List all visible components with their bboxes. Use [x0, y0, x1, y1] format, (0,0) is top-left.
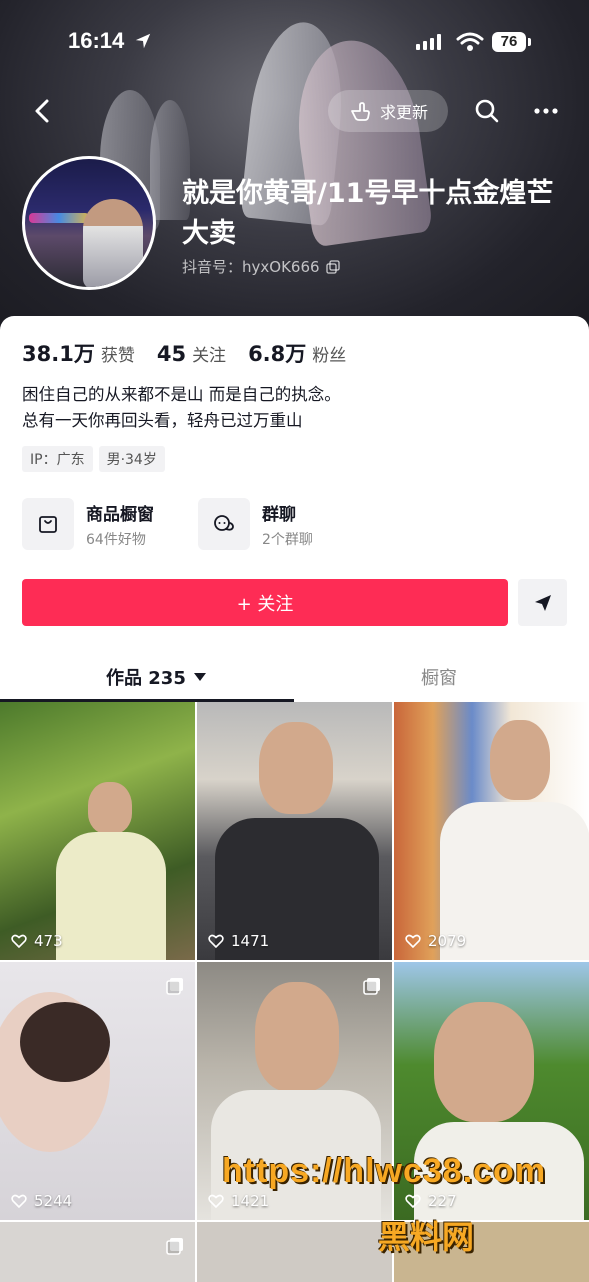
send-message-button[interactable] [518, 579, 567, 626]
paper-plane-icon [534, 594, 551, 611]
heart-icon [208, 1194, 224, 1209]
heart-icon [405, 934, 421, 949]
video-grid: 473 1471 2079 5244 1421 227 [0, 702, 589, 1282]
multi-image-icon [166, 978, 183, 995]
stat-following[interactable]: 45 关注 [157, 341, 226, 366]
follow-button[interactable]: + 关注 [22, 579, 508, 626]
tab-showcase[interactable]: 橱窗 [421, 664, 457, 690]
douyin-id[interactable]: 抖音号：hyxOK666 [182, 256, 340, 277]
video-thumbnail[interactable] [0, 1222, 195, 1282]
more-options-icon[interactable] [530, 92, 562, 130]
like-count: 5244 [10, 1192, 72, 1210]
douyin-id-text: 抖音号：hyxOK666 [182, 258, 320, 276]
tab-label: 作品 235 [106, 668, 186, 689]
request-update-label: 求更新 [379, 103, 428, 122]
chat-bubbles-icon [214, 515, 234, 531]
content-tabs: 作品 235 橱窗 [0, 652, 589, 702]
bio-line: 困住自己的从来都不是山 而是自己的执念。 [22, 385, 341, 404]
location-arrow-icon [135, 33, 151, 49]
profile-tags: IP：广东 男·34岁 [22, 446, 165, 472]
back-arrow-icon[interactable] [28, 96, 58, 126]
stat-label: 粉丝 [312, 346, 347, 366]
heart-icon [11, 934, 27, 949]
service-subtitle: 2个群聊 [262, 531, 313, 548]
service-title: 群聊 [262, 504, 296, 525]
copy-icon[interactable] [325, 259, 340, 274]
multi-image-icon [363, 978, 380, 995]
heart-icon [405, 1194, 421, 1209]
wifi-icon [456, 32, 484, 51]
request-update-button[interactable]: 求更新 [328, 90, 448, 132]
heart-icon [11, 1194, 27, 1209]
profile-card: 38.1万 获赞 45 关注 6.8万 粉丝 困住自己的从来都不是山 而是自己的… [0, 316, 589, 1282]
stat-likes[interactable]: 38.1万 获赞 [22, 338, 135, 368]
stat-label: 关注 [192, 346, 227, 366]
search-icon[interactable] [468, 92, 506, 130]
battery-indicator: 76 [492, 32, 531, 52]
stat-value: 45 [156, 342, 187, 366]
stat-followers[interactable]: 6.8万 粉丝 [248, 338, 346, 368]
video-thumbnail[interactable]: 473 [0, 702, 195, 960]
bio-line: 总有一天你再回头看，轻舟已过万重山 [22, 411, 303, 430]
group-chat-entry[interactable]: 群聊 2个群聊 [198, 498, 313, 550]
profile-stats: 38.1万 获赞 45 关注 6.8万 粉丝 [22, 338, 346, 368]
service-title: 商品橱窗 [86, 504, 154, 525]
multi-image-icon [166, 1238, 183, 1255]
avatar[interactable] [22, 156, 156, 290]
shopping-bag-icon [39, 516, 57, 533]
like-count: 473 [10, 932, 63, 950]
watermark-url: https://hlwc38.com [222, 1152, 547, 1190]
video-thumbnail[interactable]: 2079 [394, 702, 589, 960]
like-count: 1421 [207, 1192, 269, 1210]
status-bar: 16:14 76 [0, 28, 589, 60]
ip-location-tag: IP：广东 [22, 446, 93, 472]
caret-down-icon [193, 673, 206, 681]
watermark-name: 黑料网 [378, 1218, 475, 1256]
like-count: 227 [404, 1192, 457, 1210]
tab-works[interactable]: 作品 235 [106, 664, 206, 690]
video-thumbnail[interactable]: 1471 [197, 702, 392, 960]
profile-name: 就是你黄哥/11号早十点金煌芒大卖 [182, 178, 554, 249]
stat-label: 获赞 [100, 346, 135, 366]
service-subtitle: 64件好物 [86, 531, 146, 548]
video-thumbnail[interactable] [197, 1222, 392, 1282]
profile-header: 16:14 76 求更新 就是你黄哥/11号早十点金煌芒大卖 抖音号：hyxOK… [0, 0, 589, 340]
gender-age-tag: 男·34岁 [98, 446, 165, 472]
profile-services: 商品橱窗 64件好物 群聊 2个群聊 [22, 498, 313, 550]
like-count: 1471 [207, 932, 269, 950]
product-showcase-entry[interactable]: 商品橱窗 64件好物 [22, 498, 154, 550]
status-time: 16:14 [68, 28, 125, 53]
stat-value: 6.8万 [248, 342, 307, 366]
stat-value: 38.1万 [22, 342, 95, 366]
heart-icon [208, 934, 224, 949]
like-count: 2079 [404, 932, 466, 950]
video-thumbnail[interactable]: 5244 [0, 962, 195, 1220]
pointing-hand-icon [351, 102, 370, 121]
profile-bio: 困住自己的从来都不是山 而是自己的执念。 总有一天你再回头看，轻舟已过万重山 [22, 382, 341, 434]
